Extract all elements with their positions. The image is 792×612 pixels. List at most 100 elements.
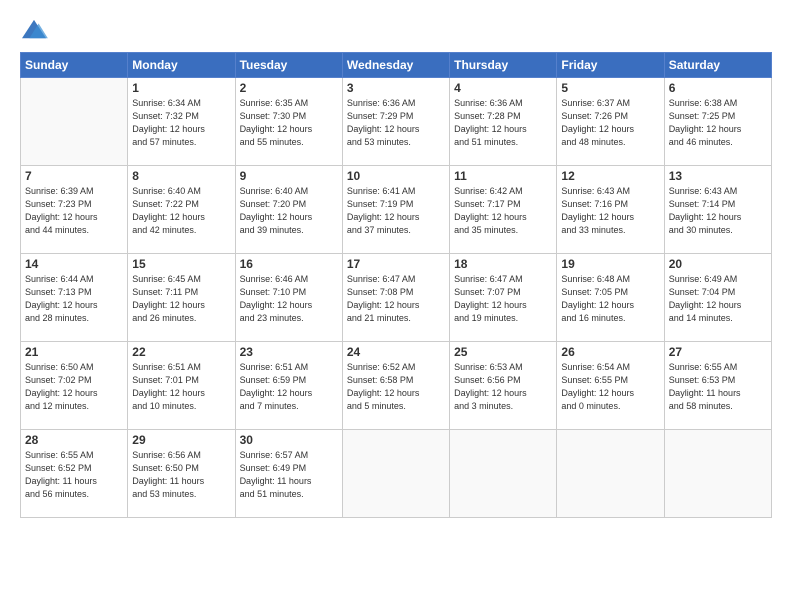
day-number: 8 — [132, 169, 230, 183]
day-number: 12 — [561, 169, 659, 183]
day-number: 25 — [454, 345, 552, 359]
day-info: Sunrise: 6:45 AM Sunset: 7:11 PM Dayligh… — [132, 273, 230, 325]
day-number: 11 — [454, 169, 552, 183]
day-info: Sunrise: 6:51 AM Sunset: 6:59 PM Dayligh… — [240, 361, 338, 413]
day-cell — [557, 430, 664, 518]
day-cell — [664, 430, 771, 518]
header — [20, 18, 772, 42]
day-info: Sunrise: 6:44 AM Sunset: 7:13 PM Dayligh… — [25, 273, 123, 325]
day-number: 20 — [669, 257, 767, 271]
day-info: Sunrise: 6:42 AM Sunset: 7:17 PM Dayligh… — [454, 185, 552, 237]
day-number: 14 — [25, 257, 123, 271]
day-number: 18 — [454, 257, 552, 271]
weekday-tuesday: Tuesday — [235, 53, 342, 78]
logo — [20, 18, 52, 42]
day-info: Sunrise: 6:39 AM Sunset: 7:23 PM Dayligh… — [25, 185, 123, 237]
day-cell: 2 Sunrise: 6:35 AM Sunset: 7:30 PM Daylig… — [235, 78, 342, 166]
day-info: Sunrise: 6:55 AM Sunset: 6:52 PM Dayligh… — [25, 449, 123, 501]
day-cell: 7 Sunrise: 6:39 AM Sunset: 7:23 PM Daylig… — [21, 166, 128, 254]
day-number: 23 — [240, 345, 338, 359]
day-info: Sunrise: 6:37 AM Sunset: 7:26 PM Dayligh… — [561, 97, 659, 149]
week-row-1: 7 Sunrise: 6:39 AM Sunset: 7:23 PM Daylig… — [21, 166, 772, 254]
day-number: 7 — [25, 169, 123, 183]
day-info: Sunrise: 6:40 AM Sunset: 7:22 PM Dayligh… — [132, 185, 230, 237]
day-cell: 29 Sunrise: 6:56 AM Sunset: 6:50 PM Dayli… — [128, 430, 235, 518]
day-cell: 5 Sunrise: 6:37 AM Sunset: 7:26 PM Daylig… — [557, 78, 664, 166]
day-number: 21 — [25, 345, 123, 359]
day-cell — [450, 430, 557, 518]
day-cell: 15 Sunrise: 6:45 AM Sunset: 7:11 PM Dayli… — [128, 254, 235, 342]
day-number: 19 — [561, 257, 659, 271]
weekday-header-row: SundayMondayTuesdayWednesdayThursdayFrid… — [21, 53, 772, 78]
day-cell: 25 Sunrise: 6:53 AM Sunset: 6:56 PM Dayli… — [450, 342, 557, 430]
day-number: 13 — [669, 169, 767, 183]
day-cell: 4Sunrise: 6:36 AM Sunset: 7:28 PM Daylig… — [450, 78, 557, 166]
day-number: 2 — [240, 81, 338, 95]
day-cell: 17 Sunrise: 6:47 AM Sunset: 7:08 PM Dayli… — [342, 254, 449, 342]
week-row-2: 14 Sunrise: 6:44 AM Sunset: 7:13 PM Dayli… — [21, 254, 772, 342]
day-cell: 10 Sunrise: 6:41 AM Sunset: 7:19 PM Dayli… — [342, 166, 449, 254]
day-number: 27 — [669, 345, 767, 359]
day-cell: 18Sunrise: 6:47 AM Sunset: 7:07 PM Dayli… — [450, 254, 557, 342]
day-info: Sunrise: 6:36 AM Sunset: 7:28 PM Dayligh… — [454, 97, 552, 149]
day-info: Sunrise: 6:41 AM Sunset: 7:19 PM Dayligh… — [347, 185, 445, 237]
day-cell: 8 Sunrise: 6:40 AM Sunset: 7:22 PM Daylig… — [128, 166, 235, 254]
day-cell: 24 Sunrise: 6:52 AM Sunset: 6:58 PM Dayli… — [342, 342, 449, 430]
day-cell: 26 Sunrise: 6:54 AM Sunset: 6:55 PM Dayli… — [557, 342, 664, 430]
day-cell: 16 Sunrise: 6:46 AM Sunset: 7:10 PM Dayli… — [235, 254, 342, 342]
day-number: 3 — [347, 81, 445, 95]
weekday-sunday: Sunday — [21, 53, 128, 78]
day-info: Sunrise: 6:52 AM Sunset: 6:58 PM Dayligh… — [347, 361, 445, 413]
day-info: Sunrise: 6:36 AM Sunset: 7:29 PM Dayligh… — [347, 97, 445, 149]
day-number: 22 — [132, 345, 230, 359]
logo-icon — [20, 18, 48, 42]
day-info: Sunrise: 6:40 AM Sunset: 7:20 PM Dayligh… — [240, 185, 338, 237]
day-cell: 6Sunrise: 6:38 AM Sunset: 7:25 PM Daylig… — [664, 78, 771, 166]
day-info: Sunrise: 6:46 AM Sunset: 7:10 PM Dayligh… — [240, 273, 338, 325]
day-cell: 23 Sunrise: 6:51 AM Sunset: 6:59 PM Dayli… — [235, 342, 342, 430]
day-info: Sunrise: 6:48 AM Sunset: 7:05 PM Dayligh… — [561, 273, 659, 325]
day-info: Sunrise: 6:54 AM Sunset: 6:55 PM Dayligh… — [561, 361, 659, 413]
day-cell: 21 Sunrise: 6:50 AM Sunset: 7:02 PM Dayli… — [21, 342, 128, 430]
day-number: 24 — [347, 345, 445, 359]
weekday-thursday: Thursday — [450, 53, 557, 78]
day-number: 6 — [669, 81, 767, 95]
day-number: 26 — [561, 345, 659, 359]
day-number: 17 — [347, 257, 445, 271]
day-number: 29 — [132, 433, 230, 447]
day-cell: 12 Sunrise: 6:43 AM Sunset: 7:16 PM Dayli… — [557, 166, 664, 254]
day-number: 30 — [240, 433, 338, 447]
day-number: 16 — [240, 257, 338, 271]
day-cell: 13Sunrise: 6:43 AM Sunset: 7:14 PM Dayli… — [664, 166, 771, 254]
weekday-wednesday: Wednesday — [342, 53, 449, 78]
week-row-4: 28 Sunrise: 6:55 AM Sunset: 6:52 PM Dayli… — [21, 430, 772, 518]
day-cell: 28 Sunrise: 6:55 AM Sunset: 6:52 PM Dayli… — [21, 430, 128, 518]
day-info: Sunrise: 6:43 AM Sunset: 7:16 PM Dayligh… — [561, 185, 659, 237]
day-cell: 20 Sunrise: 6:49 AM Sunset: 7:04 PM Dayli… — [664, 254, 771, 342]
day-number: 28 — [25, 433, 123, 447]
weekday-saturday: Saturday — [664, 53, 771, 78]
day-number: 1 — [132, 81, 230, 95]
day-info: Sunrise: 6:57 AM Sunset: 6:49 PM Dayligh… — [240, 449, 338, 501]
day-info: Sunrise: 6:55 AM Sunset: 6:53 PM Dayligh… — [669, 361, 767, 413]
page: SundayMondayTuesdayWednesdayThursdayFrid… — [0, 0, 792, 612]
day-number: 5 — [561, 81, 659, 95]
day-number: 9 — [240, 169, 338, 183]
calendar-table: SundayMondayTuesdayWednesdayThursdayFrid… — [20, 52, 772, 518]
weekday-monday: Monday — [128, 53, 235, 78]
day-cell: 19 Sunrise: 6:48 AM Sunset: 7:05 PM Dayli… — [557, 254, 664, 342]
day-cell: 3 Sunrise: 6:36 AM Sunset: 7:29 PM Daylig… — [342, 78, 449, 166]
day-cell — [21, 78, 128, 166]
day-info: Sunrise: 6:47 AM Sunset: 7:08 PM Dayligh… — [347, 273, 445, 325]
day-cell — [342, 430, 449, 518]
day-cell: 30 Sunrise: 6:57 AM Sunset: 6:49 PM Dayli… — [235, 430, 342, 518]
day-info: Sunrise: 6:49 AM Sunset: 7:04 PM Dayligh… — [669, 273, 767, 325]
day-info: Sunrise: 6:50 AM Sunset: 7:02 PM Dayligh… — [25, 361, 123, 413]
day-info: Sunrise: 6:53 AM Sunset: 6:56 PM Dayligh… — [454, 361, 552, 413]
day-cell: 22Sunrise: 6:51 AM Sunset: 7:01 PM Dayli… — [128, 342, 235, 430]
day-info: Sunrise: 6:56 AM Sunset: 6:50 PM Dayligh… — [132, 449, 230, 501]
weekday-friday: Friday — [557, 53, 664, 78]
day-number: 15 — [132, 257, 230, 271]
day-number: 10 — [347, 169, 445, 183]
day-info: Sunrise: 6:35 AM Sunset: 7:30 PM Dayligh… — [240, 97, 338, 149]
